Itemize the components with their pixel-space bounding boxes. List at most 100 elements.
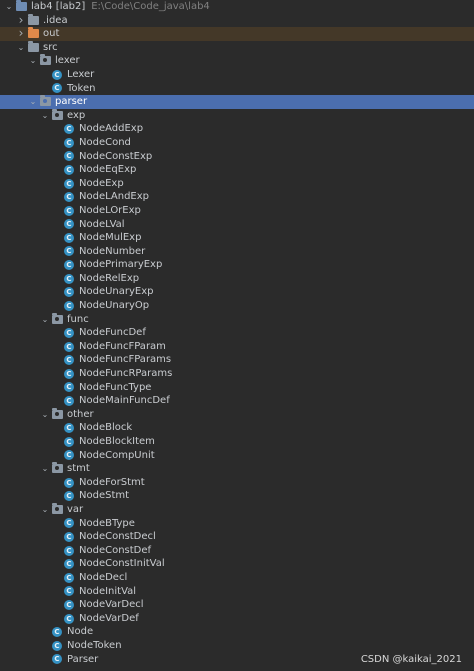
- tree-node-nodelandexp[interactable]: C NodeLAndExp: [0, 190, 474, 204]
- tree-node-nodebtype[interactable]: C NodeBType: [0, 517, 474, 531]
- class-icon: C: [52, 627, 62, 638]
- tree-node-nodeconstexp[interactable]: C NodeConstExp: [0, 150, 474, 164]
- tree-node-nodefunctype[interactable]: C NodeFuncType: [0, 381, 474, 395]
- tree-node-out[interactable]: › out: [0, 27, 474, 41]
- tree-node-nodeconstdef[interactable]: C NodeConstDef: [0, 544, 474, 558]
- tree-node-lab4-lab2[interactable]: ⌄ lab4 [lab2] E:\Code\Code_java\lab4: [0, 0, 474, 14]
- tree-node-stmt[interactable]: ⌄ stmt: [0, 462, 474, 476]
- node-name: NodeForStmt: [79, 476, 145, 488]
- tree-node-nodeforstmt[interactable]: C NodeForStmt: [0, 476, 474, 490]
- node-name: NodeBType: [79, 517, 135, 529]
- tree-node-parser[interactable]: ⌄ parser: [0, 95, 474, 109]
- tree-node-label: NodePrimaryExp: [79, 258, 162, 272]
- tree-node-nodefuncrparams[interactable]: C NodeFuncRParams: [0, 367, 474, 381]
- node-name: NodeMulExp: [79, 232, 142, 244]
- class-icon: C: [52, 640, 62, 651]
- tree-node-token[interactable]: C Token: [0, 82, 474, 96]
- tree-node-label: NodeLAndExp: [79, 190, 149, 204]
- class-icon: C: [64, 450, 74, 461]
- tree-node-label: NodeFuncFParam: [79, 340, 166, 354]
- chevron-down-icon[interactable]: ⌄: [4, 0, 14, 14]
- node-name: NodeLAndExp: [79, 191, 150, 203]
- package-icon: [52, 407, 63, 419]
- node-name: NodeUnaryOp: [79, 300, 150, 312]
- tree-node-nodevardecl[interactable]: C NodeVarDecl: [0, 598, 474, 612]
- node-name: NodeBlock: [79, 422, 133, 434]
- tree-node-nodeblockitem[interactable]: C NodeBlockItem: [0, 435, 474, 449]
- tree-node-label: Lexer: [67, 68, 94, 82]
- tree-node-idea[interactable]: › .idea: [0, 13, 474, 28]
- tree-node-nodetoken[interactable]: C NodeToken: [0, 639, 474, 653]
- node-name: NodeFuncFParams: [79, 354, 172, 366]
- node-name: parser: [55, 96, 88, 108]
- chevron-right-icon[interactable]: ›: [16, 27, 26, 41]
- chevron-down-icon[interactable]: ⌄: [28, 95, 38, 109]
- tree-node-node[interactable]: C Node: [0, 625, 474, 639]
- node-name: NodeLOrExp: [79, 204, 141, 216]
- tree-node-other[interactable]: ⌄ other: [0, 407, 474, 422]
- chevron-down-icon[interactable]: ⌄: [40, 503, 50, 517]
- tree-node-nodefuncfparams[interactable]: C NodeFuncFParams: [0, 353, 474, 367]
- class-icon: C: [64, 232, 74, 243]
- tree-node-src[interactable]: ⌄ src: [0, 40, 474, 55]
- folder-icon: [28, 13, 39, 25]
- tree-node-label: out: [43, 27, 59, 41]
- tree-node-nodeaddexp[interactable]: C NodeAddExp: [0, 122, 474, 136]
- tree-node-lexer[interactable]: C Lexer: [0, 68, 474, 82]
- node-name: NodeFuncType: [79, 381, 152, 393]
- tree-node-nodemainfuncdef[interactable]: C NodeMainFuncDef: [0, 394, 474, 408]
- node-name: NodeLVal: [79, 218, 125, 230]
- class-icon: C: [64, 599, 74, 610]
- tree-node-nodenumber[interactable]: C NodeNumber: [0, 245, 474, 259]
- tree-node-nodecond[interactable]: C NodeCond: [0, 136, 474, 150]
- tree-node-nodelorexp[interactable]: C NodeLOrExp: [0, 204, 474, 218]
- tree-node-label: src: [43, 41, 58, 55]
- tree-node-label: NodeCond: [79, 136, 131, 150]
- tree-node-nodestmt[interactable]: C NodeStmt: [0, 489, 474, 503]
- tree-node-nodemulexp[interactable]: C NodeMulExp: [0, 231, 474, 245]
- project-tree[interactable]: ⌄ lab4 [lab2] E:\Code\Code_java\lab4 › .idea…: [0, 0, 474, 666]
- tree-node-nodelval[interactable]: C NodeLVal: [0, 218, 474, 232]
- tree-node-nodeconstdecl[interactable]: C NodeConstDecl: [0, 530, 474, 544]
- tree-node-nodeunaryexp[interactable]: C NodeUnaryExp: [0, 285, 474, 299]
- node-name: func: [67, 313, 89, 325]
- tree-node-label: NodeFuncType: [79, 381, 151, 395]
- node-name: NodeFuncDef: [79, 327, 146, 339]
- tree-node-var[interactable]: ⌄ var: [0, 502, 474, 517]
- tree-node-label: NodeFuncFParams: [79, 353, 171, 367]
- chevron-down-icon[interactable]: ⌄: [40, 313, 50, 327]
- tree-node-nodefuncdef[interactable]: C NodeFuncDef: [0, 326, 474, 340]
- tree-node-nodefuncfparam[interactable]: C NodeFuncFParam: [0, 340, 474, 354]
- tree-node-label: NodeMulExp: [79, 231, 141, 245]
- tree-node-nodedecl[interactable]: C NodeDecl: [0, 571, 474, 585]
- class-icon: C: [64, 531, 74, 542]
- tree-node-nodeeqexp[interactable]: C NodeEqExp: [0, 163, 474, 177]
- tree-node-nodeexp[interactable]: C NodeExp: [0, 177, 474, 191]
- tree-node-noderelexp[interactable]: C NodeRelExp: [0, 272, 474, 286]
- chevron-down-icon[interactable]: ⌄: [40, 462, 50, 476]
- chevron-down-icon[interactable]: ⌄: [16, 41, 26, 55]
- node-name: src: [43, 41, 58, 53]
- chevron-down-icon[interactable]: ⌄: [40, 109, 50, 123]
- tree-node-nodeprimaryexp[interactable]: C NodePrimaryExp: [0, 258, 474, 272]
- tree-node-func[interactable]: ⌄ func: [0, 312, 474, 327]
- class-icon: C: [64, 518, 74, 529]
- node-name: NodeStmt: [79, 490, 130, 502]
- node-name: lexer: [55, 55, 80, 67]
- chevron-down-icon[interactable]: ⌄: [40, 408, 50, 422]
- node-name: NodeAddExp: [79, 123, 144, 135]
- tree-node-nodevardef[interactable]: C NodeVarDef: [0, 612, 474, 626]
- tree-node-nodeblock[interactable]: C NodeBlock: [0, 421, 474, 435]
- tree-node-nodeunaryop[interactable]: C NodeUnaryOp: [0, 299, 474, 313]
- tree-node-nodeconstinitval[interactable]: C NodeConstInitVal: [0, 557, 474, 571]
- class-icon: C: [64, 491, 74, 502]
- class-icon: C: [64, 341, 74, 352]
- chevron-right-icon[interactable]: ›: [16, 13, 26, 28]
- tree-node-exp[interactable]: ⌄ exp: [0, 108, 474, 123]
- tree-node-nodeinitval[interactable]: C NodeInitVal: [0, 585, 474, 599]
- chevron-down-icon[interactable]: ⌄: [28, 54, 38, 68]
- tree-node-label: NodeDecl: [79, 571, 127, 585]
- tree-node-nodecompunit[interactable]: C NodeCompUnit: [0, 449, 474, 463]
- tree-node-label: NodeConstExp: [79, 150, 152, 164]
- tree-node-lexer[interactable]: ⌄ lexer: [0, 54, 474, 68]
